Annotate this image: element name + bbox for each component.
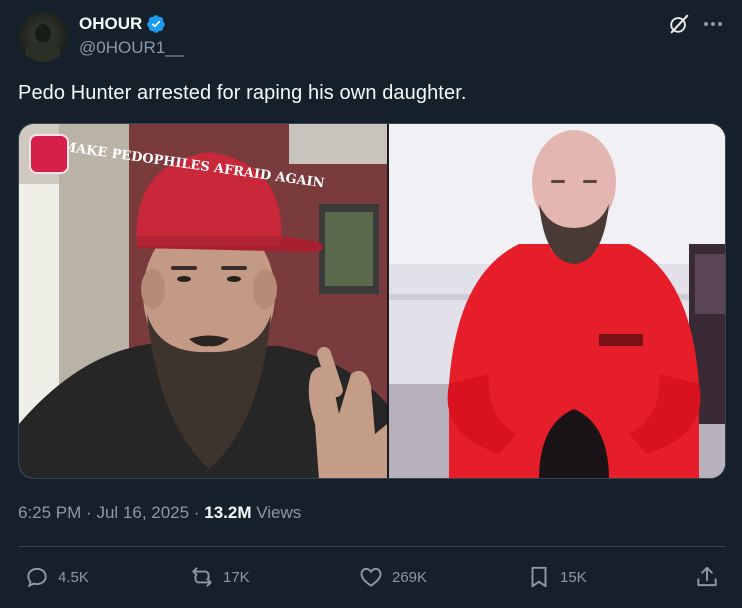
bookmark-icon <box>531 566 547 588</box>
reply-button[interactable]: 4.5K <box>24 562 89 592</box>
repost-button[interactable]: 17K <box>189 562 250 592</box>
tweet-media[interactable]: MAKE PEDOPHILES AFRAID AGAIN <box>18 123 726 479</box>
record-badge-icon <box>29 134 69 174</box>
author-name-row[interactable]: OHOUR <box>79 14 166 34</box>
views-label: Views <box>256 503 302 522</box>
reply-count: 4.5K <box>58 568 89 586</box>
bookmark-count: 15K <box>560 568 587 586</box>
tweet-meta: 6:25 PM · Jul 16, 2025 · 13.2M Views <box>18 503 301 523</box>
media-photo-right[interactable] <box>387 124 725 478</box>
more-icon[interactable] <box>700 12 726 36</box>
bookmark-button[interactable]: 15K <box>526 562 587 592</box>
reply-icon <box>27 567 47 588</box>
tweet: OHOUR @0HOUR1__ Pedo Hunter arrested for… <box>0 0 742 608</box>
tweet-text: Pedo Hunter arrested for raping his own … <box>18 82 467 104</box>
handle[interactable]: @0HOUR1__ <box>79 38 184 58</box>
verified-badge-icon <box>147 15 166 33</box>
media-photo-left[interactable]: MAKE PEDOPHILES AFRAID AGAIN <box>19 124 387 478</box>
share-button[interactable] <box>694 562 720 592</box>
action-bar: 4.5K 17K 269K 15K <box>0 562 742 592</box>
like-button[interactable]: 269K <box>358 562 427 592</box>
like-count: 269K <box>392 568 428 586</box>
avatar[interactable] <box>18 12 68 62</box>
right-photo-illustration <box>389 124 725 478</box>
share-icon <box>697 566 717 587</box>
repost-icon <box>192 567 212 587</box>
divider <box>18 546 726 547</box>
grok-icon[interactable] <box>668 13 690 35</box>
heart-icon <box>360 567 382 587</box>
tweet-time[interactable]: 6:25 PM <box>18 503 81 522</box>
repost-count: 17K <box>223 568 250 586</box>
views-count: 13.2M <box>204 503 252 522</box>
meta-separator: · <box>86 503 92 522</box>
meta-separator: · <box>193 503 200 522</box>
tweet-date[interactable]: Jul 16, 2025 <box>96 503 189 522</box>
display-name[interactable]: OHOUR <box>79 14 142 34</box>
